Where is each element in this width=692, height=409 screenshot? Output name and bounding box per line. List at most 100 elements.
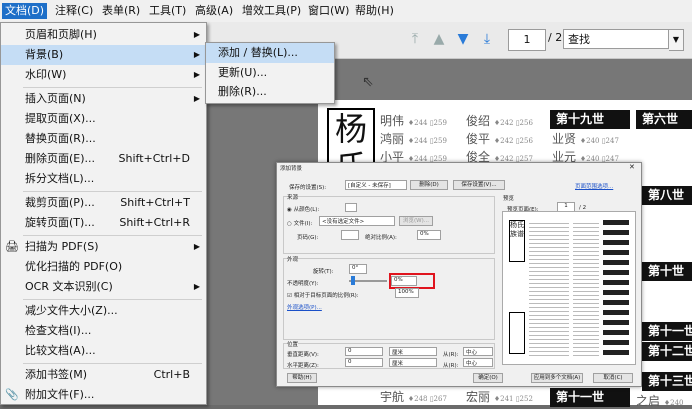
prev-page-icon[interactable]: ▲ (430, 30, 448, 48)
preview-thumbnail: 杨氏族谱 (502, 211, 636, 365)
scanner-icon: 🖨 (5, 240, 19, 253)
apply-multiple-button[interactable]: 应用到多个文档(A) (531, 373, 583, 383)
menu-item-crop-pages[interactable]: 裁剪页面(P)... Shift+Ctrl+T (1, 193, 206, 213)
file-field[interactable]: <没有选定文件> (319, 216, 395, 226)
name-entry: 业贤 ♦240 ▯247 (552, 132, 619, 146)
menu-form[interactable]: 表单(R) (99, 3, 143, 19)
close-icon[interactable]: ✕ (629, 163, 635, 171)
document-menu: 页眉和页脚(H) ▶ 背景(B) ▶ 水印(W) ▶ 插入页面(N) ▶ 提取页面(X)… (0, 22, 207, 405)
menu-item-delete-pages[interactable]: 删除页面(E)... Shift+Ctrl+D (1, 149, 206, 169)
menu-item-insert-pages[interactable]: 插入页面(N) ▶ (1, 89, 206, 109)
menu-item-split-document[interactable]: 拆分文档(L)... (1, 169, 206, 189)
submenu-item-remove[interactable]: 删除(R)... (206, 82, 334, 102)
page-number-field[interactable] (341, 230, 359, 240)
opacity-slider-thumb[interactable] (351, 276, 355, 285)
dialog-title: 添加背景 (280, 166, 303, 172)
preview-label: 预览 (503, 196, 515, 202)
paperclip-icon: 📎 (5, 388, 19, 401)
name-entry: 俊平 ♦242 ▯256 (466, 132, 533, 146)
menu-item-extract-pages[interactable]: 提取页面(X)... (1, 109, 206, 129)
name-entry: 鸿丽 ♦244 ▯259 (380, 132, 447, 146)
horizontal-from-select[interactable]: 中心 (463, 358, 493, 367)
vertical-from-select[interactable]: 中心 (463, 347, 493, 356)
rank-label: 第十一世 (550, 388, 630, 407)
menu-tools[interactable]: 工具(T) (146, 3, 189, 19)
submenu-item-add-replace[interactable]: 添加 / 替换(L)... (206, 43, 334, 63)
menu-advanced[interactable]: 高级(A) (192, 3, 236, 19)
rank-label: 第十三世 (642, 372, 692, 391)
menu-document[interactable]: 文档(D) (2, 3, 48, 19)
menu-item-examine-document[interactable]: 检查文档(I)... (1, 321, 206, 341)
find-input[interactable]: 查找 (563, 29, 669, 49)
help-button[interactable]: 帮助(H) (287, 373, 317, 383)
menu-window[interactable]: 窗口(W) (305, 3, 352, 19)
appearance-options-link[interactable]: 外观选项(P)... (287, 303, 322, 311)
menu-item-rotate-pages[interactable]: 旋转页面(T)... Shift+Ctrl+R (1, 213, 206, 233)
rank-label: 第八世 (642, 186, 692, 205)
ok-button[interactable]: 确定(O) (473, 373, 503, 383)
vertical-distance-field[interactable]: 0 (345, 347, 383, 356)
find-dropdown-icon[interactable]: ▼ (669, 29, 684, 51)
page-range-options-link[interactable]: 页面范围选项... (575, 182, 613, 190)
page-total: / 2 (548, 31, 563, 44)
menu-plugins[interactable]: 增效工具(P) (239, 3, 304, 19)
absolute-scale-field[interactable]: 0% (417, 230, 441, 240)
absolute-scale-label: 绝对比例(A): (365, 235, 397, 241)
menu-help[interactable]: 帮助(H) (352, 3, 397, 19)
mouse-cursor-icon: ⇖ (362, 74, 374, 90)
menu-item-add-bookmark[interactable]: 添加书签(M) Ctrl+B (1, 365, 206, 385)
name-entry: 明伟 ♦244 ▯259 (380, 114, 447, 128)
save-settings-button[interactable]: 保存设置(V)... (453, 180, 505, 190)
delete-settings-button[interactable]: 删除(D) (410, 180, 448, 190)
name-entry: 之启 ♦240 (636, 394, 684, 408)
horizontal-unit-select[interactable]: 厘米 (389, 358, 437, 367)
name-entry: 宇航 ♦248 ▯267 (380, 390, 447, 404)
relative-scale-field[interactable]: 100% (395, 288, 419, 298)
color-swatch[interactable] (345, 203, 357, 212)
menu-item-watermark[interactable]: 水印(W) ▶ (1, 65, 206, 85)
position-label: 位置 (287, 340, 299, 348)
background-submenu: 添加 / 替换(L)... 更新(U)... 删除(R)... (205, 42, 335, 104)
first-page-icon[interactable]: ⤒ (406, 30, 424, 48)
horizontal-distance-field[interactable]: 0 (345, 358, 383, 367)
horizontal-from-label: 从(R): (443, 363, 459, 369)
horizontal-distance-label: 水平距离(Z): (287, 363, 319, 369)
vertical-unit-select[interactable]: 厘米 (389, 347, 437, 356)
menu-bar: 文档(D) 注释(C) 表单(R) 工具(T) 高级(A) 增效工具(P) 窗口… (0, 0, 692, 23)
menu-item-attach-file[interactable]: 📎 附加文件(F)... (1, 385, 206, 405)
page-number-input[interactable]: 1 (508, 29, 546, 51)
menu-item-header-footer[interactable]: 页眉和页脚(H) ▶ (1, 25, 206, 45)
name-entry: 俊绍 ♦242 ▯256 (466, 114, 533, 128)
highlight-box (389, 273, 435, 289)
page-number-label: 页码(G): (297, 235, 319, 241)
rank-label: 第十九世 (550, 110, 630, 129)
menu-item-background[interactable]: 背景(B) ▶ (1, 45, 206, 65)
menu-item-ocr[interactable]: OCR 文本识别(C) ▶ (1, 277, 206, 297)
last-page-icon[interactable]: ⤓ (478, 30, 496, 48)
menu-item-optimize-scan[interactable]: 优化扫描的 PDF(O) (1, 257, 206, 277)
appearance-label: 外观 (287, 255, 299, 263)
vertical-from-label: 从(R): (443, 352, 459, 358)
vertical-distance-label: 垂直距离(V): (287, 352, 319, 358)
cancel-button[interactable]: 取消(C) (593, 373, 633, 383)
submenu-item-update[interactable]: 更新(U)... (206, 63, 334, 83)
menu-item-reduce-size[interactable]: 减少文件大小(Z)... (1, 301, 206, 321)
menu-item-replace-pages[interactable]: 替换页面(R)... (1, 129, 206, 149)
saved-settings-select[interactable]: [自定义 - 未保存] (345, 180, 407, 190)
relative-scale-checkbox[interactable]: ☑ 相对于目标页面的比例(R): (287, 291, 359, 299)
opacity-label: 不透明度(Y): (287, 281, 319, 287)
menu-item-scan-to-pdf[interactable]: 🖨 扫描为 PDF(S) ▶ (1, 237, 206, 257)
rank-label: 第十二世 (642, 342, 692, 361)
rotation-field[interactable]: 0° (349, 264, 367, 274)
menu-comment[interactable]: 注释(C) (52, 3, 96, 19)
from-color-radio[interactable]: ◉ 从颜色(L): (287, 205, 319, 213)
file-radio[interactable]: ○ 文件(I): (287, 219, 312, 227)
rotation-label: 旋转(T): (313, 269, 334, 275)
browse-button[interactable]: 浏览(W)... (399, 216, 433, 226)
rank-label: 第十世 (642, 262, 692, 281)
source-label: 来源 (287, 193, 299, 201)
next-page-icon[interactable]: ▼ (454, 30, 472, 48)
rank-label: 第六世 (636, 110, 692, 129)
name-entry: 宏丽 ♦241 ▯252 (466, 390, 533, 404)
menu-item-compare-documents[interactable]: 比较文档(A)... (1, 341, 206, 361)
